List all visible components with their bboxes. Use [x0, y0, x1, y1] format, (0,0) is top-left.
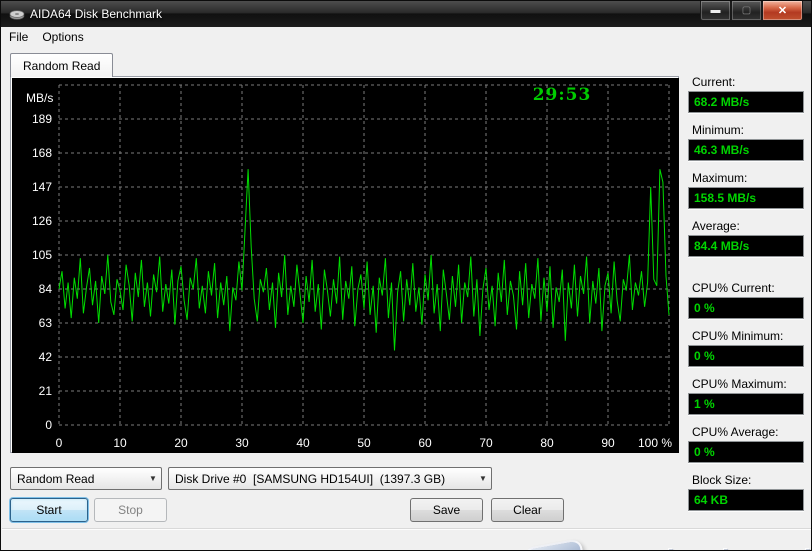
svg-text:105: 105 — [32, 248, 52, 262]
elapsed-timer: 29:53 — [512, 85, 612, 105]
stat-label: CPU% Current: — [688, 281, 804, 295]
svg-text:100 %: 100 % — [638, 436, 672, 450]
stat-label: Maximum: — [688, 171, 804, 185]
disk-drive-value: Disk Drive #0 [SAMSUNG HD154UI] (1397.3 … — [169, 472, 475, 486]
stat-label: CPU% Average: — [688, 425, 804, 439]
stat-label: Minimum: — [688, 123, 804, 137]
stat-label: CPU% Maximum: — [688, 377, 804, 391]
stat-value: 84.4 MB/s — [688, 235, 804, 257]
svg-text:189: 189 — [32, 112, 52, 126]
titlebar: AIDA64 Disk Benchmark ▬ ▢ ✕ — [1, 1, 811, 27]
start-button[interactable]: Start — [10, 498, 88, 522]
chevron-down-icon: ▼ — [145, 474, 161, 483]
window-title: AIDA64 Disk Benchmark — [30, 7, 162, 21]
disk-drive-select[interactable]: Disk Drive #0 [SAMSUNG HD154UI] (1397.3 … — [168, 467, 492, 490]
svg-text:21: 21 — [39, 384, 53, 398]
svg-text:84: 84 — [39, 282, 53, 296]
stat-value: 0 % — [688, 297, 804, 319]
stat-label: Average: — [688, 219, 804, 233]
stat-minimum: Minimum: 46.3 MB/s — [688, 123, 804, 161]
stat-value: 68.2 MB/s — [688, 91, 804, 113]
svg-text:147: 147 — [32, 180, 52, 194]
minimize-button[interactable]: ▬ — [700, 1, 731, 21]
svg-text:126: 126 — [32, 214, 52, 228]
stat-label: Block Size: — [688, 473, 804, 487]
window-controls: ▬ ▢ ✕ — [700, 1, 803, 21]
stat-block-size: Block Size: 64 KB — [688, 473, 804, 511]
chevron-down-icon: ▼ — [475, 474, 491, 483]
stat-cpu-minimum: CPU% Minimum: 0 % — [688, 329, 804, 367]
save-button[interactable]: Save — [410, 498, 483, 522]
stat-label: Current: — [688, 75, 804, 89]
close-button[interactable]: ✕ — [762, 1, 803, 21]
stat-value: 158.5 MB/s — [688, 187, 804, 209]
stat-value: 0 % — [688, 441, 804, 463]
stat-value: 1 % — [688, 393, 804, 415]
svg-text:MB/s: MB/s — [26, 91, 53, 105]
chart-canvas: MB/s 189 168 147 126 105 84 63 42 21 00 10 20 30 40 50 6… — [12, 78, 679, 453]
stat-value: 64 KB — [688, 489, 804, 511]
svg-text:0: 0 — [56, 436, 63, 450]
menu-item-file[interactable]: File — [2, 28, 35, 46]
stat-value: 46.3 MB/s — [688, 139, 804, 161]
stat-cpu-current: CPU% Current: 0 % — [688, 281, 804, 319]
svg-text:90: 90 — [601, 436, 615, 450]
svg-text:70: 70 — [479, 436, 493, 450]
stat-value: 0 % — [688, 345, 804, 367]
test-type-select[interactable]: Random Read ▼ — [10, 467, 162, 490]
clear-button[interactable]: Clear — [491, 498, 564, 522]
app-window: AIDA64 Disk Benchmark ▬ ▢ ✕ File Options… — [0, 0, 812, 551]
menu-item-options[interactable]: Options — [35, 28, 90, 46]
svg-text:168: 168 — [32, 146, 52, 160]
svg-text:63: 63 — [39, 316, 53, 330]
svg-text:10: 10 — [113, 436, 127, 450]
test-type-value: Random Read — [11, 472, 145, 486]
stop-button[interactable]: Stop — [94, 498, 167, 522]
status-bar — [2, 528, 812, 550]
svg-text:50: 50 — [357, 436, 371, 450]
benchmark-chart: MB/s 189 168 147 126 105 84 63 42 21 00 10 20 30 40 50 6… — [12, 78, 679, 453]
svg-text:60: 60 — [418, 436, 432, 450]
svg-text:80: 80 — [540, 436, 554, 450]
stat-cpu-average: CPU% Average: 0 % — [688, 425, 804, 463]
stat-average: Average: 84.4 MB/s — [688, 219, 804, 257]
svg-text:30: 30 — [235, 436, 249, 450]
svg-text:0: 0 — [45, 418, 52, 432]
stat-maximum: Maximum: 158.5 MB/s — [688, 171, 804, 209]
svg-text:42: 42 — [39, 350, 53, 364]
menu-bar: File Options — [2, 27, 812, 47]
stat-label: CPU% Minimum: — [688, 329, 804, 343]
stat-current: Current: 68.2 MB/s — [688, 75, 804, 113]
chart-panel: MB/s 189 168 147 126 105 84 63 42 21 00 10 20 30 40 50 6… — [10, 76, 679, 453]
stat-cpu-maximum: CPU% Maximum: 1 % — [688, 377, 804, 415]
svg-text:20: 20 — [174, 436, 188, 450]
disk-drive-icon — [9, 6, 25, 22]
maximize-button[interactable]: ▢ — [731, 1, 762, 21]
svg-text:40: 40 — [296, 436, 310, 450]
client-area: Random Read MB/s 189 168 147 126 105 84 63 42 21 0… — [2, 47, 812, 528]
tab-random-read[interactable]: Random Read — [10, 53, 113, 77]
